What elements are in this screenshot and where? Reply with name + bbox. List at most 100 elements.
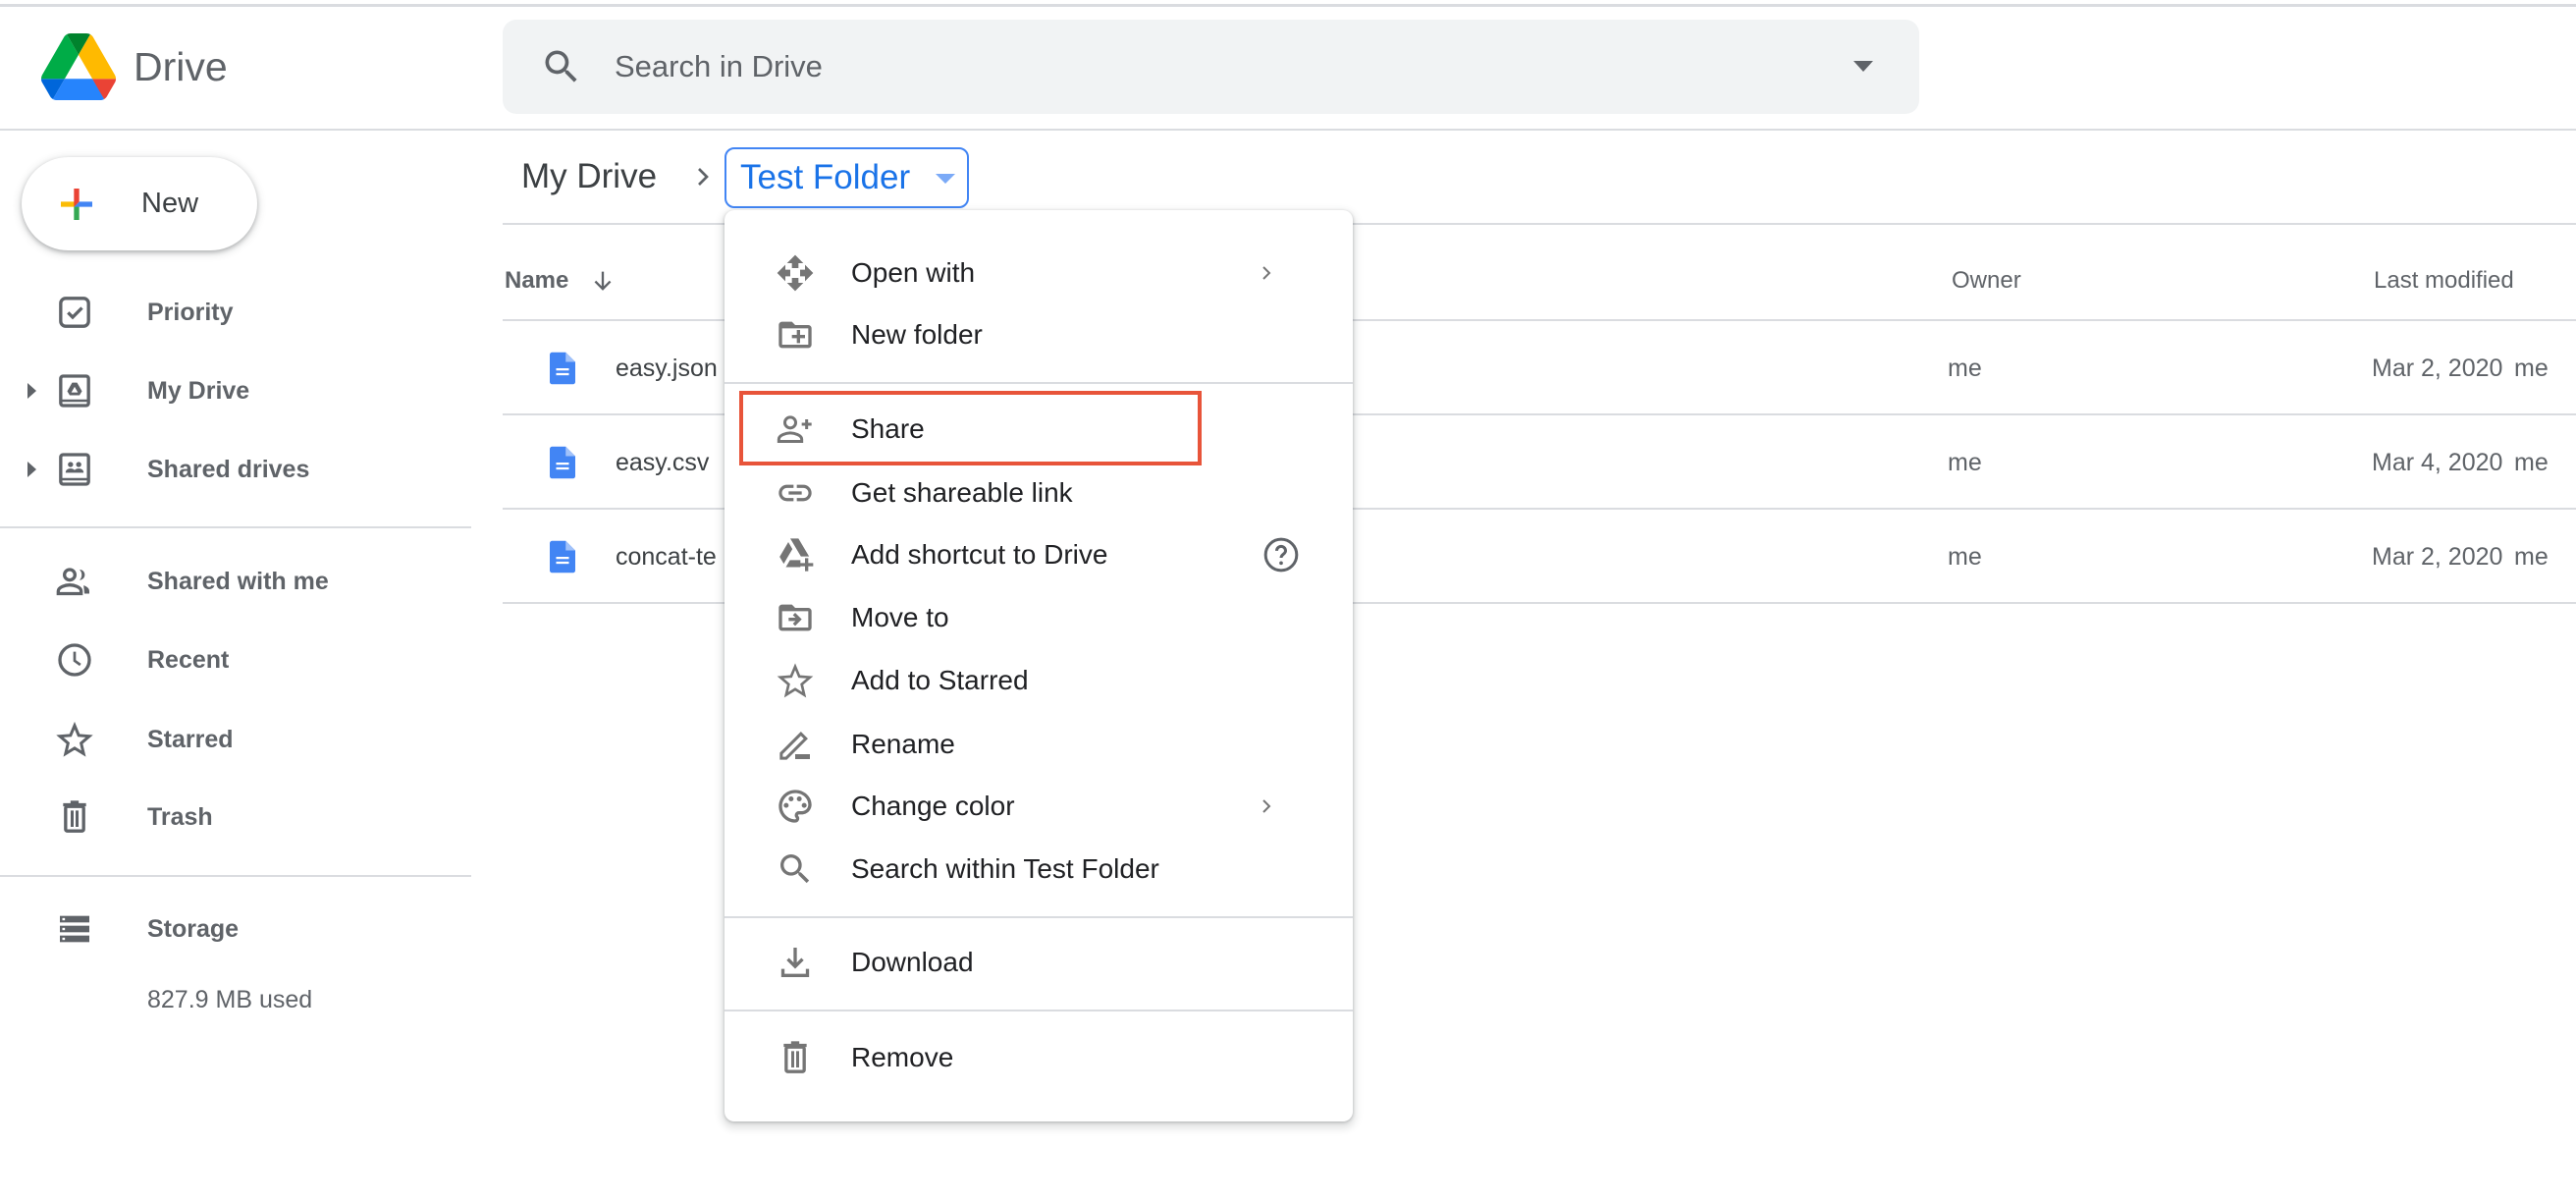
menu-item-add-to-starred[interactable]: Add to Starred [724, 649, 1353, 712]
download-icon [780, 948, 810, 977]
sidebar-item-trash[interactable]: Trash [0, 783, 471, 851]
sidebar-item-label: Priority [147, 299, 234, 326]
new-button[interactable]: New [22, 157, 257, 250]
menu-item-label: Rename [851, 729, 955, 759]
drive-shortcut-icon [779, 538, 814, 572]
search-options-dropdown-icon[interactable] [1853, 61, 1873, 72]
menu-item-label: Change color [851, 791, 1015, 821]
menu-item-label: Move to [851, 602, 949, 632]
priority-checkbox-icon [59, 297, 90, 328]
file-modified-date: Mar 2, 2020 [2372, 543, 2503, 571]
chevron-right-icon [698, 168, 709, 186]
menu-divider [724, 382, 1353, 384]
column-header-owner[interactable]: Owner [1952, 257, 2021, 304]
sidebar-item-label: Shared with me [147, 568, 329, 595]
new-folder-icon [778, 321, 812, 349]
search-bar[interactable]: Search in Drive [503, 20, 1919, 114]
link-icon [778, 484, 812, 502]
file-modified-date: Mar 4, 2020 [2372, 449, 2503, 476]
menu-item-label: New folder [851, 319, 983, 350]
star-icon [777, 663, 814, 698]
move-to-folder-icon [778, 604, 812, 631]
storage-icon [60, 915, 89, 943]
sidebar-item-my-drive[interactable]: My Drive [0, 356, 471, 425]
person-add-icon [777, 415, 812, 443]
menu-item-label: Share [851, 413, 925, 444]
sidebar-item-label: Storage [147, 915, 240, 943]
google-doc-icon [550, 352, 575, 385]
breadcrumb-current-label: Test Folder [740, 158, 911, 196]
menu-item-download[interactable]: Download [724, 931, 1353, 994]
menu-divider [724, 1010, 1353, 1011]
submenu-chevron-icon [1262, 799, 1271, 813]
sidebar-item-label: Trash [147, 803, 213, 831]
menu-divider [724, 916, 1353, 918]
star-icon [56, 721, 93, 757]
sidebar-item-storage[interactable]: Storage [0, 895, 471, 963]
header-divider [0, 129, 2576, 131]
drive-logo-icon[interactable] [39, 33, 118, 100]
menu-item-label: Get shareable link [851, 477, 1073, 508]
expand-arrow-icon[interactable] [27, 462, 36, 477]
menu-item-label: Remove [851, 1042, 954, 1072]
palette-icon [778, 790, 812, 823]
sidebar-item-label: My Drive [147, 377, 250, 405]
sidebar-item-label: Shared drives [147, 456, 310, 483]
menu-item-remove[interactable]: Remove [724, 1026, 1353, 1089]
breadcrumb-my-drive[interactable]: My Drive [521, 151, 657, 202]
clock-icon [58, 643, 91, 677]
menu-item-get-shareable-link[interactable]: Get shareable link [724, 462, 1353, 524]
search-icon [780, 854, 810, 884]
file-modified-date: Mar 2, 2020 [2372, 355, 2503, 382]
expand-arrow-icon[interactable] [27, 383, 36, 399]
menu-item-rename[interactable]: Rename [724, 713, 1353, 776]
breadcrumb-current-folder-button[interactable]: Test Folder [724, 147, 969, 208]
menu-item-open-with[interactable]: Open with [724, 242, 1353, 304]
menu-item-label: Search within Test Folder [851, 853, 1159, 884]
help-icon[interactable] [1261, 535, 1301, 574]
menu-item-search-within[interactable]: Search within Test Folder [724, 838, 1353, 901]
file-modified-by: me [2514, 355, 2549, 382]
submenu-chevron-icon [1262, 266, 1271, 280]
menu-item-new-folder[interactable]: New folder [724, 303, 1353, 366]
file-modified-by: me [2514, 543, 2549, 571]
arrow-down-icon[interactable] [589, 267, 617, 295]
folder-context-menu: Open with New folder Share Get shareable… [724, 210, 1353, 1121]
file-name: easy.csv [616, 449, 710, 476]
caret-down-icon [936, 174, 955, 184]
sidebar-item-shared-with-me[interactable]: Shared with me [0, 547, 471, 616]
menu-item-share[interactable]: Share [724, 398, 1353, 461]
trash-icon [783, 1041, 807, 1073]
menu-item-change-color[interactable]: Change color [724, 775, 1353, 838]
file-name: concat-te [616, 543, 717, 571]
plus-icon [61, 189, 92, 220]
menu-item-move-to[interactable]: Move to [724, 586, 1353, 649]
search-icon[interactable] [540, 45, 583, 88]
top-border [0, 4, 2576, 7]
file-owner: me [1948, 355, 1982, 382]
column-header-name[interactable]: Name [505, 257, 568, 304]
menu-item-add-shortcut[interactable]: Add shortcut to Drive [724, 523, 1353, 586]
trash-icon [63, 800, 86, 833]
people-icon [56, 568, 89, 596]
google-doc-icon [550, 446, 575, 479]
sidebar-item-shared-drives[interactable]: Shared drives [0, 435, 471, 504]
sidebar-divider [0, 526, 471, 528]
sidebar-divider [0, 875, 471, 877]
google-doc-icon [550, 540, 575, 574]
pencil-icon [779, 732, 810, 760]
column-header-last-modified[interactable]: Last modified [2374, 257, 2514, 304]
storage-used-text: 827.9 MB used [147, 986, 313, 1013]
file-owner: me [1948, 543, 1982, 571]
file-owner: me [1948, 449, 1982, 476]
menu-item-label: Download [851, 947, 974, 977]
sidebar-item-priority[interactable]: Priority [0, 278, 471, 347]
sidebar-item-recent[interactable]: Recent [0, 626, 471, 694]
search-input[interactable]: Search in Drive [615, 20, 823, 114]
my-drive-icon [59, 374, 90, 408]
menu-item-label: Add shortcut to Drive [851, 539, 1108, 570]
shared-drives-icon [59, 453, 90, 486]
sidebar-item-starred[interactable]: Starred [0, 705, 471, 774]
file-modified-by: me [2514, 449, 2549, 476]
sidebar-item-label: Starred [147, 726, 234, 753]
